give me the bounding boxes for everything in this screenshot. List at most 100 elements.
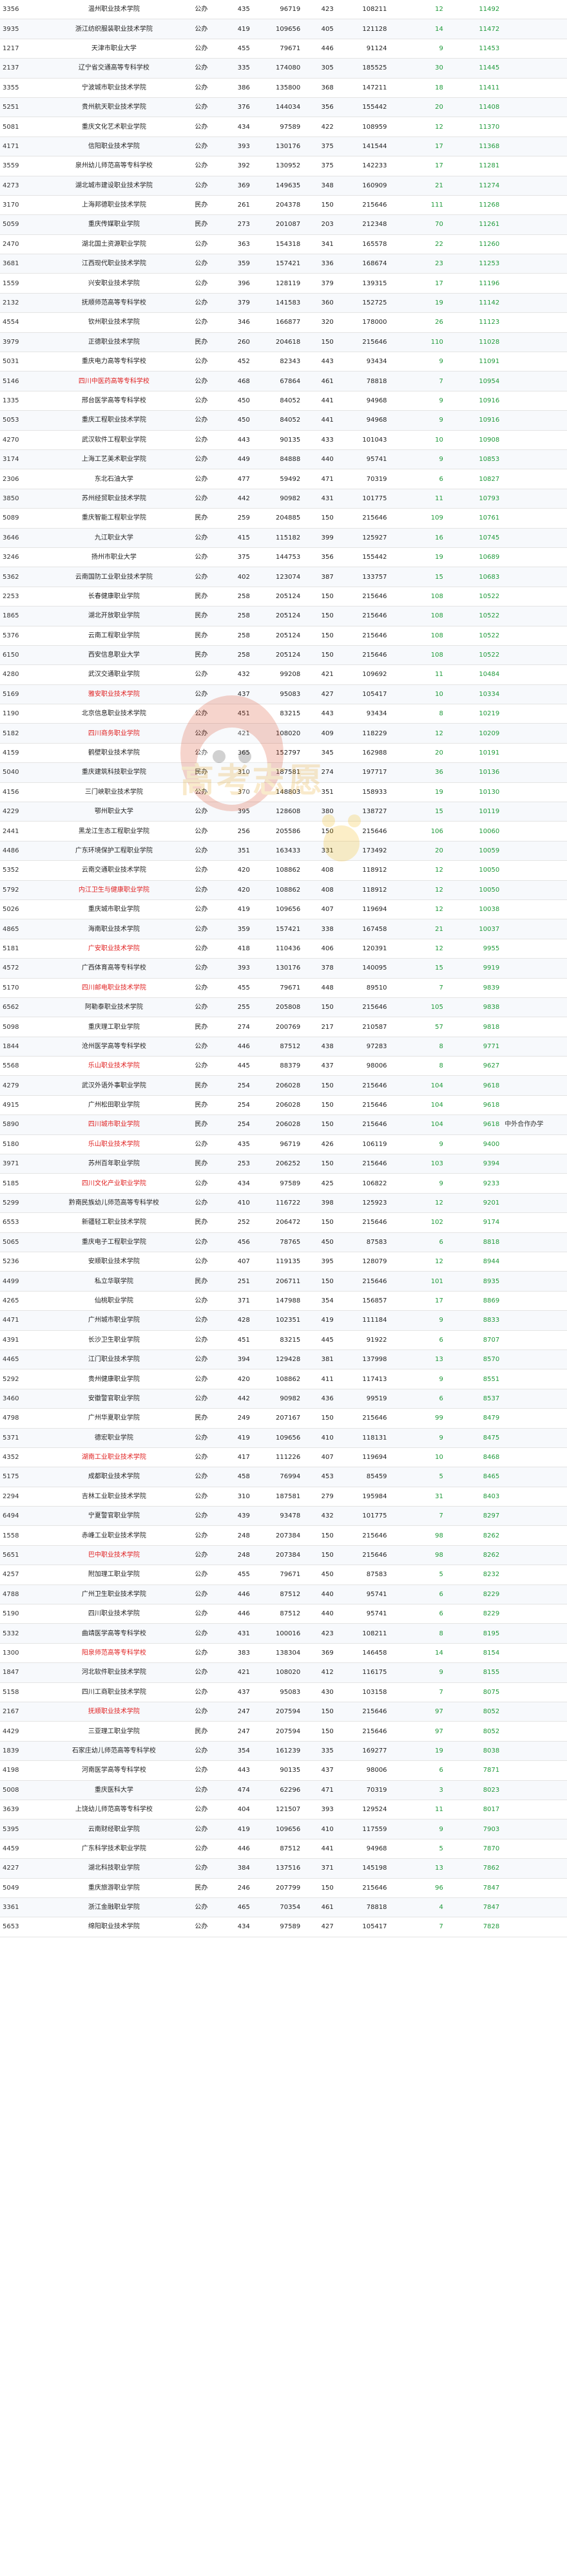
min-score-cell: 346 <box>218 312 253 333</box>
note-cell <box>502 19 567 39</box>
plan-count-cell: 11 <box>389 1800 446 1820</box>
note-cell <box>502 39 567 59</box>
note-cell <box>502 1154 567 1174</box>
plan-count-cell: 31 <box>389 1487 446 1507</box>
note-cell <box>502 234 567 255</box>
note-cell <box>502 156 567 176</box>
school-type-cell: 公办 <box>184 547 218 568</box>
line-score-cell: 150 <box>303 1075 336 1096</box>
school-code-cell: 1847 <box>0 1662 44 1683</box>
rank-total-cell: 98006 <box>336 1760 390 1781</box>
plan-count-cell: 17 <box>389 273 446 294</box>
min-score-cell: 402 <box>218 567 253 587</box>
school-type-cell: 民办 <box>184 508 218 529</box>
min-score-cell: 274 <box>218 1017 253 1037</box>
note-cell <box>502 1330 567 1350</box>
school-name-cell: 乐山职业技术学院 <box>43 1134 185 1155</box>
line-score-cell: 461 <box>303 1897 336 1918</box>
note-cell <box>502 1369 567 1389</box>
school-type-cell: 公办 <box>184 1525 218 1546</box>
rank-gap-cell: 8262 <box>445 1545 503 1566</box>
school-name-cell: 重庆电力高等专科学校 <box>43 352 185 372</box>
table-row: 3246 扬州市职业大学 公办 375 144753 356 155442 19 10689 <box>0 547 567 568</box>
school-name-cell: 苏州经贸职业技术学院 <box>43 489 185 509</box>
school-name-cell: 重庆旅游职业学院 <box>43 1878 185 1898</box>
plan-count-cell: 7 <box>389 978 446 998</box>
line-score-cell: 348 <box>303 176 336 196</box>
min-rank-cell: 123074 <box>252 567 303 587</box>
line-score-cell: 408 <box>303 860 336 881</box>
line-score-cell: 406 <box>303 939 336 959</box>
school-type-cell: 公办 <box>184 352 218 372</box>
rank-total-cell: 98006 <box>336 1056 390 1076</box>
school-type-cell: 公办 <box>184 136 218 157</box>
rank-gap-cell: 9919 <box>445 958 503 979</box>
plan-count-cell: 15 <box>389 958 446 979</box>
plan-count-cell: 10 <box>389 684 446 705</box>
min-rank-cell: 102351 <box>252 1310 303 1331</box>
school-name-cell: 宁波城市职业技术学院 <box>43 78 185 98</box>
line-score-cell: 279 <box>303 1487 336 1507</box>
line-score-cell: 436 <box>303 1389 336 1409</box>
plan-count-cell: 104 <box>389 1075 446 1096</box>
rank-gap-cell: 11408 <box>445 97 503 118</box>
rank-gap-cell: 10522 <box>445 587 503 607</box>
rank-gap-cell: 11274 <box>445 176 503 196</box>
plan-count-cell: 13 <box>389 1349 446 1370</box>
note-cell <box>502 762 567 783</box>
school-type-cell: 公办 <box>184 860 218 881</box>
line-score-cell: 448 <box>303 978 336 998</box>
school-type-cell: 民办 <box>184 587 218 607</box>
min-score-cell: 254 <box>218 1114 253 1135</box>
plan-count-cell: 15 <box>389 567 446 587</box>
line-score-cell: 437 <box>303 1056 336 1076</box>
rank-gap-cell: 7828 <box>445 1917 503 1937</box>
plan-count-cell: 12 <box>389 880 446 900</box>
line-score-cell: 431 <box>303 489 336 509</box>
min-rank-cell: 96719 <box>252 1134 303 1155</box>
table-row: 5181 广安职业技术学院 公办 418 110436 406 120391 12 9955 <box>0 939 567 959</box>
min-rank-cell: 130176 <box>252 136 303 157</box>
note-cell <box>502 1271 567 1292</box>
rank-total-cell: 215646 <box>336 1075 390 1096</box>
note-cell <box>502 860 567 881</box>
plan-count-cell: 10 <box>389 1447 446 1468</box>
line-score-cell: 438 <box>303 1037 336 1057</box>
line-score-cell: 150 <box>303 195 336 216</box>
rank-total-cell: 101043 <box>336 430 390 450</box>
plan-count-cell: 108 <box>389 645 446 666</box>
rank-total-cell: 118229 <box>336 723 390 744</box>
min-score-cell: 386 <box>218 78 253 98</box>
min-rank-cell: 148803 <box>252 782 303 803</box>
school-name-cell: 广西体育高等专科学校 <box>43 958 185 979</box>
line-score-cell: 356 <box>303 97 336 118</box>
rank-total-cell: 117413 <box>336 1369 390 1389</box>
note-cell <box>502 1584 567 1605</box>
school-name-cell: 上饶幼儿师范高等专科学校 <box>43 1800 185 1820</box>
school-type-cell: 公办 <box>184 1310 218 1331</box>
school-type-cell: 公办 <box>184 1702 218 1722</box>
note-cell <box>502 1878 567 1898</box>
school-name-cell: 安顺职业技术学院 <box>43 1252 185 1272</box>
school-type-cell: 公办 <box>184 1232 218 1253</box>
min-rank-cell: 157421 <box>252 919 303 939</box>
school-type-cell: 公办 <box>184 410 218 431</box>
school-type-cell: 公办 <box>184 1369 218 1389</box>
school-code-cell: 5568 <box>0 1056 44 1076</box>
plan-count-cell: 98 <box>389 1525 446 1546</box>
school-type-cell: 公办 <box>184 0 218 20</box>
school-name-cell: 天津市职业大学 <box>43 39 185 59</box>
school-type-cell: 公办 <box>184 1780 218 1800</box>
school-code-cell: 4915 <box>0 1095 44 1116</box>
min-rank-cell: 130952 <box>252 156 303 176</box>
note-cell <box>502 821 567 841</box>
table-row: 3559 泉州幼儿师范高等专科学校 公办 392 130952 375 142233 17 11… <box>0 156 567 176</box>
rank-total-cell: 97283 <box>336 1037 390 1057</box>
school-name-cell: 四川职业技术学院 <box>43 1604 185 1624</box>
school-name-cell: 邢台医学高等专科学校 <box>43 391 185 411</box>
note-cell <box>502 939 567 959</box>
school-name-cell: 吉林工业职业技术学院 <box>43 1487 185 1507</box>
school-name-cell: 三门峡职业技术学院 <box>43 782 185 803</box>
rank-total-cell: 215646 <box>336 1154 390 1174</box>
line-score-cell: 425 <box>303 1173 336 1194</box>
